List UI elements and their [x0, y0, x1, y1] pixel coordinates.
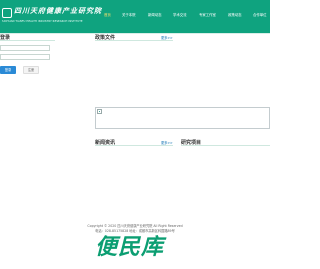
password-input[interactable]: [0, 54, 50, 60]
nav-item-partners[interactable]: 合作单位: [253, 12, 267, 17]
username-input[interactable]: [0, 45, 50, 51]
login-title-rule: [0, 40, 55, 41]
nav-item-policy[interactable]: 政策动态: [228, 12, 242, 17]
broken-image-icon: [97, 109, 102, 114]
logo-icon: [2, 8, 12, 18]
news-title-rule: [95, 145, 173, 146]
site-subtitle: SICHUAN TIANFU HEALTH INDUSTRY RESEARCH …: [2, 20, 83, 23]
nav-item-academic[interactable]: 学术交流: [173, 12, 187, 17]
nav-item-news[interactable]: 新闻动态: [148, 12, 162, 17]
nav-item-experts[interactable]: 专家工作室: [199, 12, 216, 17]
nav-item-home[interactable]: 首页: [104, 12, 111, 17]
header-divider: [0, 33, 270, 34]
watermark-logo: 便民库: [95, 235, 165, 260]
register-button[interactable]: 注册: [23, 66, 39, 74]
nav-item-about[interactable]: 关于本院: [122, 12, 136, 17]
policy-title-rule: [95, 40, 173, 41]
login-button[interactable]: 登录: [0, 66, 16, 74]
projects-title-rule: [181, 145, 270, 146]
site-header: 四川天府健康产业研究院 SICHUAN TIANFU HEALTH INDUST…: [0, 0, 270, 33]
site-title: 四川天府健康产业研究院: [14, 6, 102, 15]
banner-image[interactable]: [95, 107, 270, 129]
